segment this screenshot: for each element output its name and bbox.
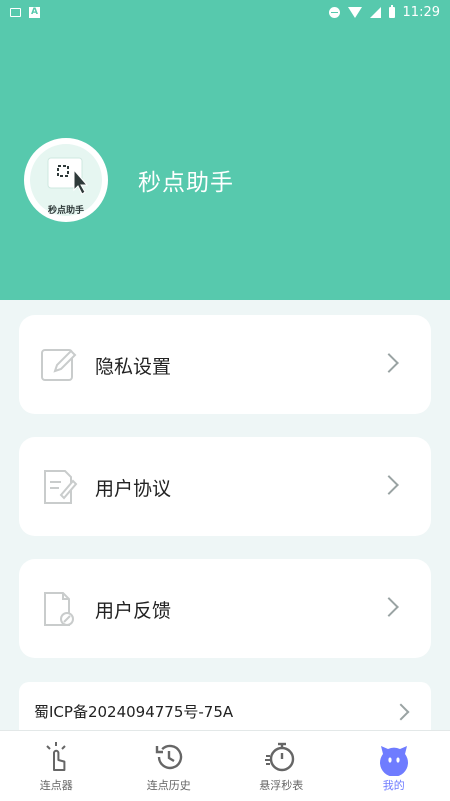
tab-label: 我的 xyxy=(338,777,450,793)
wifi-icon xyxy=(348,7,362,18)
menu-item-label: 用户反馈 xyxy=(95,596,171,623)
chevron-right-icon xyxy=(379,597,399,617)
avatar-label: 秒点助手 xyxy=(35,203,97,216)
history-icon xyxy=(152,740,186,774)
avatar[interactable]: 秒点助手 xyxy=(24,138,108,222)
signal-icon xyxy=(370,7,381,18)
menu-item-label: 用户协议 xyxy=(95,474,171,501)
profile-header: A 11:29 秒点助手 秒点助手 xyxy=(0,0,450,300)
menu-item-label: 隐私设置 xyxy=(95,352,171,379)
mascot-icon xyxy=(376,740,412,776)
menu-item-privacy[interactable]: 隐私设置 xyxy=(19,315,431,414)
edit-icon xyxy=(39,345,79,385)
chevron-right-icon xyxy=(379,475,399,495)
image-icon xyxy=(10,8,21,17)
battery-icon xyxy=(389,7,395,18)
do-not-disturb-icon xyxy=(329,7,340,18)
tab-label: 连点器 xyxy=(0,777,113,793)
stopwatch-icon xyxy=(264,740,298,774)
chevron-right-icon xyxy=(379,353,399,373)
status-bar: A 11:29 xyxy=(0,0,450,24)
tab-history[interactable]: 连点历史 xyxy=(113,731,226,801)
a-badge-icon: A xyxy=(29,7,40,18)
bottom-tab-bar: 连点器 连点历史 悬浮秒表 我的 xyxy=(0,730,450,801)
tap-hand-icon xyxy=(39,740,73,774)
tab-mine[interactable]: 我的 xyxy=(338,731,450,801)
menu-item-feedback[interactable]: 用户反馈 xyxy=(19,559,431,658)
app-name: 秒点助手 xyxy=(138,163,234,197)
icp-label: 蜀ICP备2024094775号-75A xyxy=(34,701,233,722)
menu-item-agreement[interactable]: 用户协议 xyxy=(19,437,431,536)
chevron-right-icon xyxy=(393,704,410,721)
status-time: 11:29 xyxy=(403,5,440,20)
document-edit-icon xyxy=(39,467,79,507)
document-feedback-icon xyxy=(39,589,79,629)
tab-label: 悬浮秒表 xyxy=(225,777,338,793)
tab-label: 连点历史 xyxy=(113,777,226,793)
tab-stopwatch[interactable]: 悬浮秒表 xyxy=(225,731,338,801)
tab-clicker[interactable]: 连点器 xyxy=(0,731,113,801)
